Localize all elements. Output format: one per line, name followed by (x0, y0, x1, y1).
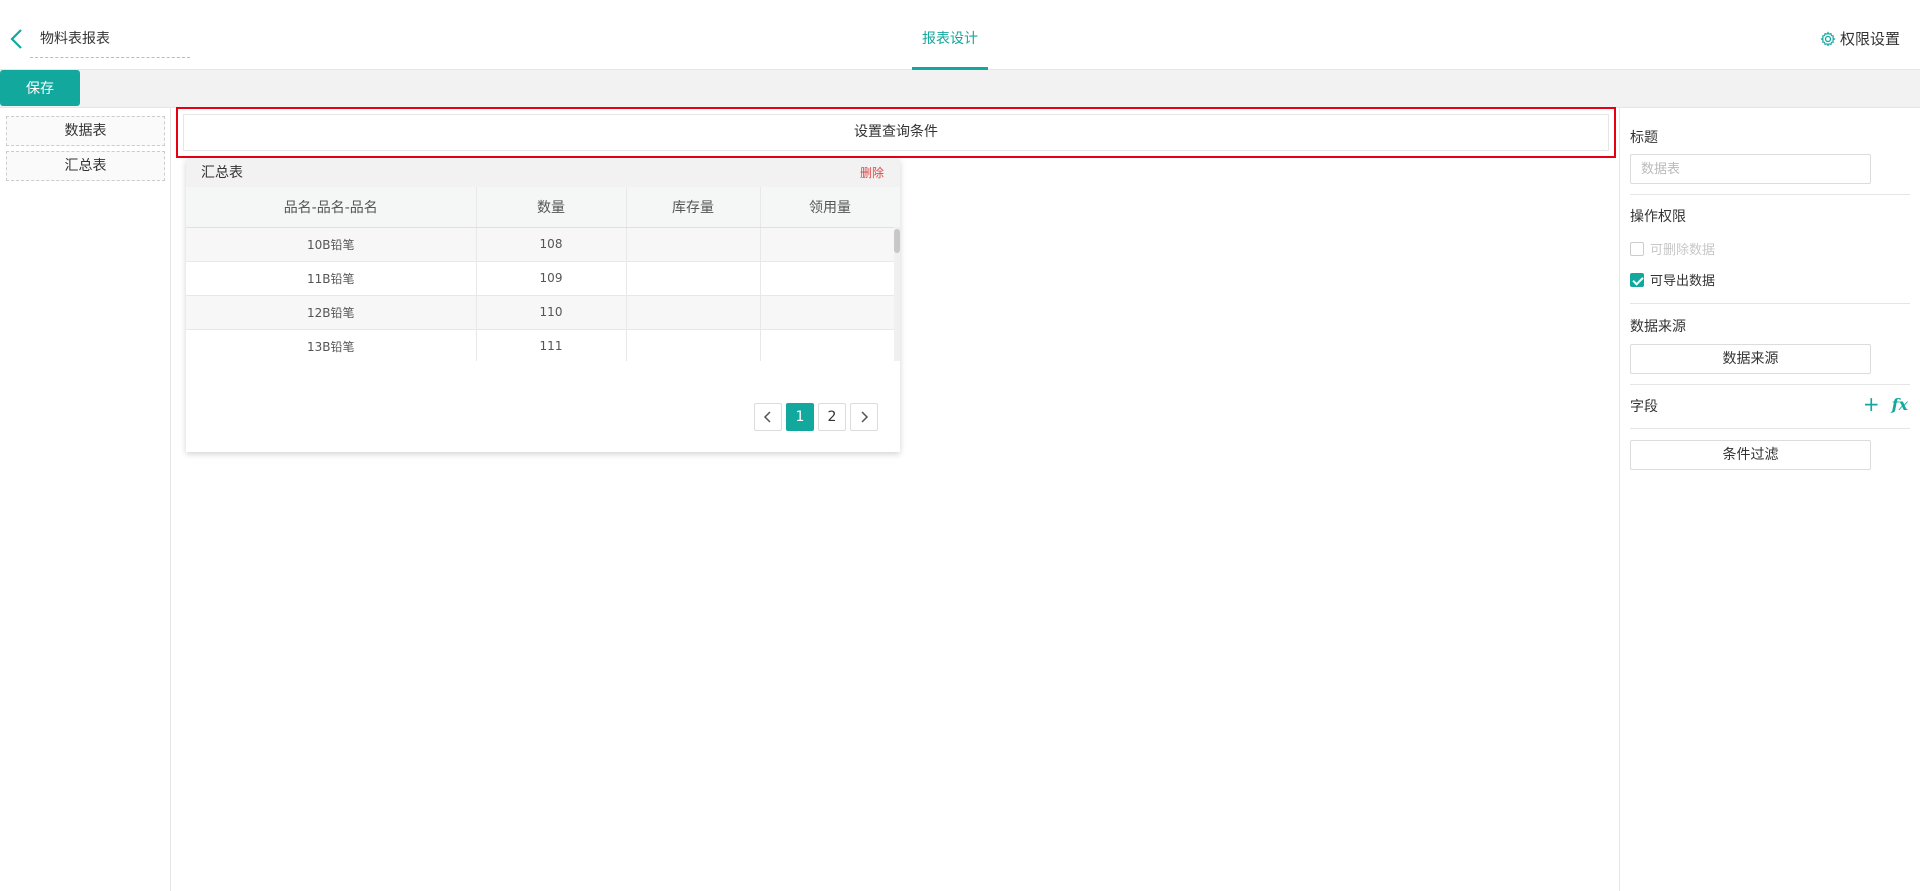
set-query-condition-button[interactable]: 设置查询条件 (183, 114, 1609, 151)
title-label: 标题 (1630, 130, 1658, 146)
table-row: 11B铅笔 109 (186, 261, 900, 296)
page-button-2[interactable]: 2 (818, 403, 846, 431)
summary-table: 品名-品名-品名 数量 库存量 领用量 10B铅笔 108 11B铅笔 109 (186, 187, 900, 361)
prev-page-button[interactable] (754, 403, 782, 431)
can-delete-label: 可删除数据 (1650, 243, 1716, 258)
column-header[interactable]: 品名-品名-品名 (186, 187, 477, 228)
table-container: 品名-品名-品名 数量 库存量 领用量 10B铅笔 108 11B铅笔 109 (186, 187, 900, 361)
permission-setting-button[interactable]: 权限设置 (1820, 26, 1900, 52)
add-field-plus-icon[interactable]: + (1863, 394, 1880, 414)
next-page-button[interactable] (850, 403, 878, 431)
title-input[interactable] (1630, 154, 1871, 184)
table-row: 10B铅笔 108 (186, 227, 900, 262)
column-header[interactable]: 库存量 (626, 187, 761, 228)
table-cell: 13B铅笔 (186, 329, 477, 361)
top-header: 物料表报表 报表设计 权限设置 (0, 0, 1920, 70)
card-title: 汇总表 (201, 165, 243, 181)
column-header[interactable]: 领用量 (760, 187, 900, 228)
can-export-label: 可导出数据 (1650, 274, 1716, 289)
checkbox-checked[interactable] (1630, 272, 1644, 287)
table-row: 13B铅笔 111 (186, 329, 900, 361)
chevron-left-icon (763, 411, 771, 423)
table-cell: 10B铅笔 (186, 227, 477, 262)
table-cell (760, 227, 900, 262)
table-scrollbar-thumb[interactable] (894, 229, 900, 253)
back-arrow-icon[interactable] (6, 26, 26, 52)
table-cell: 109 (476, 261, 627, 296)
table-cell: 110 (476, 295, 627, 330)
card-header: 汇总表 删除 (186, 159, 900, 187)
can-delete-checkbox[interactable]: 可删除数据 (1630, 239, 1715, 258)
gear-icon (1820, 31, 1836, 47)
data-source-button[interactable]: 数据来源 (1630, 344, 1871, 374)
pagination: 1 2 (754, 403, 878, 431)
operation-permission-label: 操作权限 (1630, 209, 1686, 225)
fields-label: 字段 (1630, 399, 1658, 415)
table-cell (626, 295, 761, 330)
properties-panel: 标题 操作权限 可删除数据 可导出数据 数据来源 数据来源 字段 + fx 条件… (1619, 108, 1920, 891)
sidebar-item-summary-table[interactable]: 汇总表 (6, 151, 165, 181)
left-sidebar: 数据表 汇总表 (0, 108, 171, 891)
page-button-1[interactable]: 1 (786, 403, 814, 431)
delete-button[interactable]: 删除 (860, 159, 884, 187)
table-cell (760, 329, 900, 361)
checkbox-unchecked[interactable] (1630, 241, 1644, 256)
report-name-field[interactable]: 物料表报表 (30, 26, 190, 58)
can-export-checkbox[interactable]: 可导出数据 (1630, 270, 1715, 289)
chevron-right-icon (861, 411, 869, 423)
tab-report-design[interactable]: 报表设计 (912, 0, 988, 70)
divider (1630, 428, 1910, 429)
save-button[interactable]: 保存 (0, 70, 80, 106)
sidebar-item-data-table[interactable]: 数据表 (6, 116, 165, 146)
table-cell (626, 261, 761, 296)
table-cell: 111 (476, 329, 627, 361)
table-cell (626, 329, 761, 361)
table-cell: 108 (476, 227, 627, 262)
table-cell (760, 261, 900, 296)
divider (1630, 194, 1910, 195)
table-cell: 12B铅笔 (186, 295, 477, 330)
table-cell (760, 295, 900, 330)
table-cell: 11B铅笔 (186, 261, 477, 296)
table-row: 12B铅笔 110 (186, 295, 900, 330)
column-header[interactable]: 数量 (476, 187, 627, 228)
condition-filter-button[interactable]: 条件过滤 (1630, 440, 1871, 470)
table-header-row: 品名-品名-品名 数量 库存量 领用量 (186, 187, 900, 228)
formula-fx-icon[interactable]: fx (1892, 395, 1908, 414)
field-actions: + fx (1863, 394, 1908, 414)
permission-setting-label: 权限设置 (1839, 30, 1900, 48)
summary-table-card[interactable]: 汇总表 删除 品名-品名-品名 数量 库存量 领用量 10B铅笔 108 11B… (186, 159, 900, 452)
data-source-label: 数据来源 (1630, 319, 1686, 335)
table-cell (626, 227, 761, 262)
divider (1630, 384, 1910, 385)
divider (1630, 303, 1910, 304)
query-condition-highlight: 设置查询条件 (176, 107, 1616, 158)
toolbar: 保存 (0, 70, 1920, 108)
